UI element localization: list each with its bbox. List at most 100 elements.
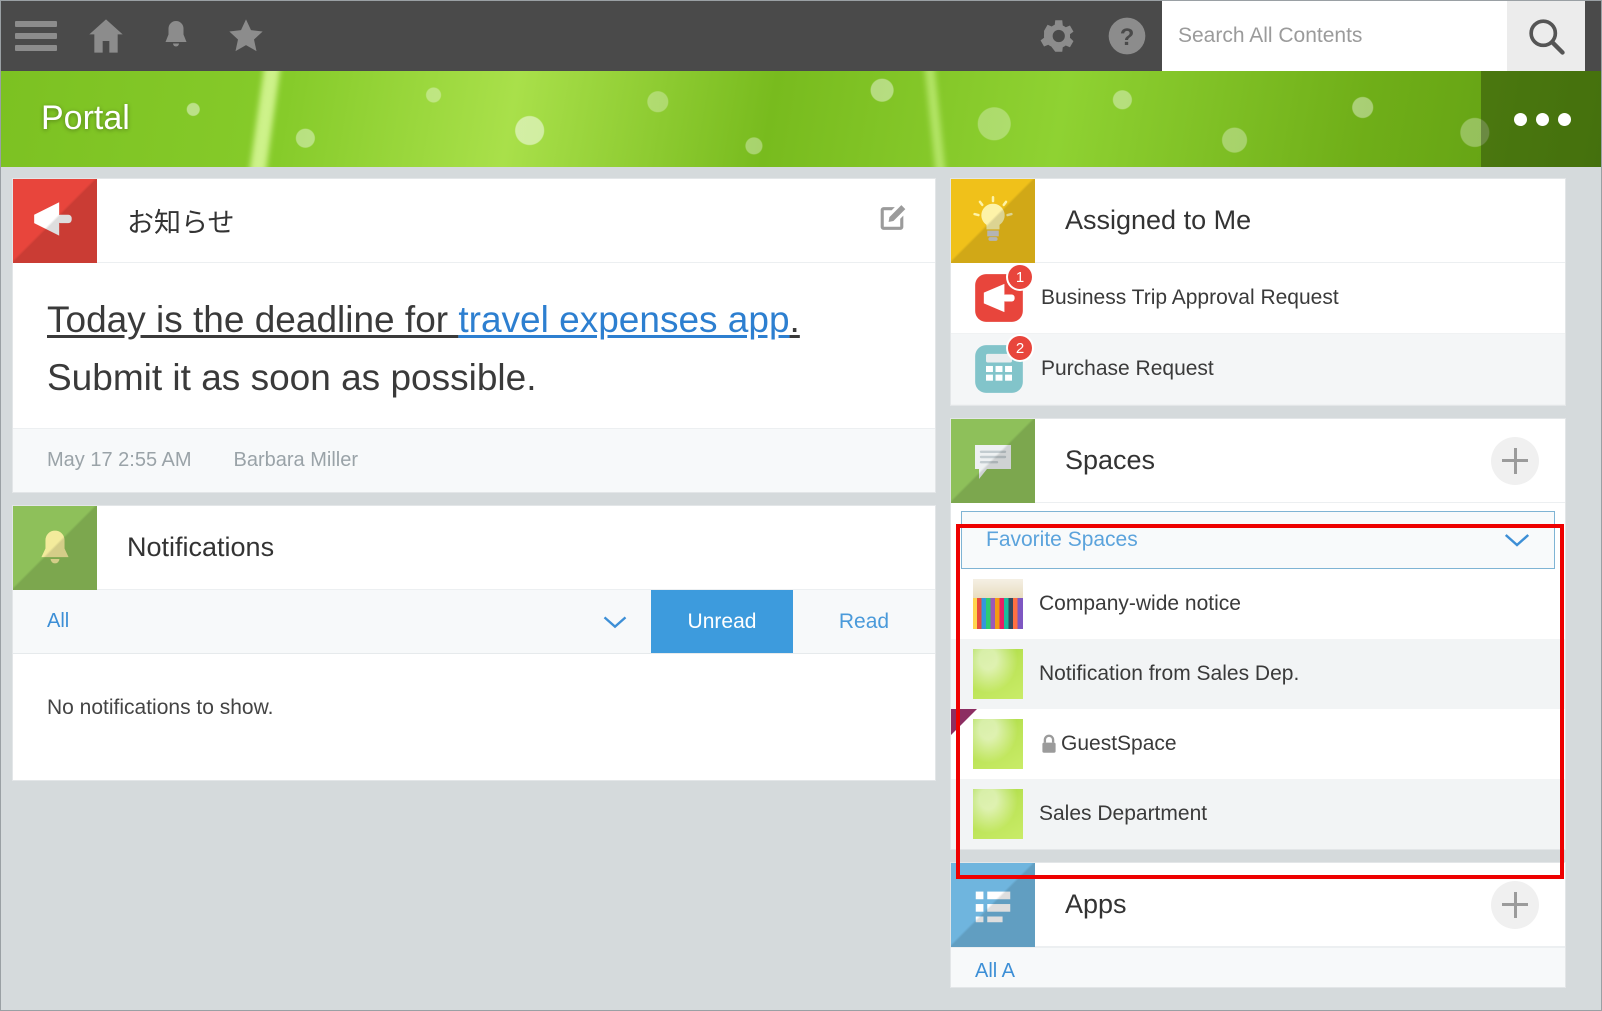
page-title: Portal	[41, 99, 130, 137]
leaf-thumbnail	[973, 719, 1023, 769]
notifications-filter-bar: All Unread Read	[13, 590, 935, 655]
announcement-line-2: Submit it as soon as possible.	[47, 356, 537, 398]
gear-glyph	[1040, 20, 1074, 52]
announcement-timestamp: May 17 2:55 AM	[47, 449, 192, 472]
compose-glyph	[880, 204, 906, 230]
home-icon[interactable]	[71, 1, 141, 71]
search-button[interactable]	[1507, 1, 1585, 71]
spaces-title: Spaces	[1065, 445, 1156, 475]
announcement-text-suffix: .	[789, 299, 800, 340]
announcement-footer: May 17 2:55 AM Barbara Miller	[13, 428, 935, 493]
badge-count: 1	[1008, 265, 1032, 289]
space-item-company-wide-notice[interactable]: Company-wide notice	[951, 569, 1565, 639]
assigned-item-business-trip[interactable]: 1 Business Trip Approval Request	[951, 263, 1565, 334]
space-item-notification-from-sales-dep[interactable]: Notification from Sales Dep.	[951, 639, 1565, 709]
lightbulb-icon	[951, 178, 1035, 263]
badge-count: 2	[1008, 336, 1032, 360]
megaphone-icon	[13, 178, 97, 263]
portal-content: お知らせ Today is the deadline for travel ex…	[1, 167, 1601, 1010]
portal-banner: Portal	[1, 71, 1601, 167]
notifications-filter-dropdown[interactable]: All	[13, 590, 651, 653]
assigned-item-label: Purchase Request	[1041, 357, 1214, 380]
spaces-header: Spaces	[951, 418, 1565, 503]
assigned-to-me-title: Assigned to Me	[1065, 205, 1252, 235]
add-app-button[interactable]	[1491, 880, 1539, 929]
help-icon[interactable]: ?	[1092, 1, 1162, 71]
megaphone-icon: 1	[973, 265, 1032, 324]
top-navigation-bar: ?	[1, 1, 1601, 71]
notifications-filter-label: All	[47, 610, 70, 633]
leaf-thumbnail	[973, 789, 1023, 839]
apps-portlet: Apps All A	[951, 862, 1565, 987]
gear-icon[interactable]	[1022, 1, 1092, 71]
assigned-to-me-header: Assigned to Me	[951, 178, 1565, 263]
list-icon	[951, 862, 1035, 947]
pencils-thumbnail	[973, 579, 1023, 629]
assigned-item-purchase-request[interactable]: 2 Purchase Request	[951, 334, 1565, 405]
space-item-label: Company-wide notice	[1039, 592, 1241, 615]
home-glyph	[89, 19, 123, 53]
assigned-item-label: Business Trip Approval Request	[1041, 286, 1339, 309]
bell-glyph	[165, 21, 187, 47]
icon-shadow	[13, 505, 97, 590]
bell-icon[interactable]	[141, 1, 211, 71]
favorite-spaces-dropdown[interactable]: Favorite Spaces	[961, 511, 1555, 569]
star-glyph	[229, 19, 263, 52]
apps-filter-label[interactable]: All A	[951, 947, 1565, 987]
travel-expenses-app-link[interactable]: travel expenses app	[458, 299, 789, 340]
notifications-empty-message: No notifications to show.	[47, 696, 274, 720]
lock-icon	[1042, 734, 1056, 753]
announcement-title: お知らせ	[127, 208, 235, 238]
icon-shadow	[951, 862, 1035, 947]
announcement-text-prefix: Today is the deadline for	[47, 299, 459, 340]
space-item-label: Notification from Sales Dep.	[1039, 662, 1300, 685]
leaf-background-image	[1, 71, 1601, 167]
search-input[interactable]	[1162, 1, 1507, 71]
notifications-portlet: Notifications All Unread Read No notific…	[13, 505, 935, 781]
chevron-down-icon	[603, 616, 627, 629]
right-column: Assigned to Me 1 Business Trip Approval …	[951, 178, 1565, 1000]
tab-read[interactable]: Read	[793, 590, 935, 653]
banner-overflow-menu-button[interactable]	[1481, 71, 1601, 167]
notifications-title: Notifications	[127, 532, 275, 563]
ellipsis-icon-dot-3	[1557, 112, 1571, 126]
search-bar	[1162, 1, 1585, 71]
icon-shadow	[951, 178, 1035, 263]
ellipsis-icon-dot-1	[1513, 112, 1527, 126]
chevron-down-icon	[1504, 534, 1530, 547]
chat-bubble-icon	[951, 418, 1035, 503]
bell-icon	[13, 505, 97, 590]
apps-header: Apps	[951, 862, 1565, 947]
announcement-header: お知らせ	[13, 178, 935, 263]
calculator-icon: 2	[973, 336, 1032, 395]
favorite-spaces-label: Favorite Spaces	[986, 528, 1138, 551]
ellipsis-icon-dot-2	[1535, 112, 1549, 126]
left-column: お知らせ Today is the deadline for travel ex…	[13, 178, 935, 1000]
apps-title: Apps	[1065, 889, 1127, 919]
space-item-sales-department[interactable]: Sales Department	[951, 779, 1565, 849]
announcement-body: Today is the deadline for travel expense…	[13, 263, 935, 428]
announcement-portlet: お知らせ Today is the deadline for travel ex…	[13, 178, 935, 493]
announcement-line-1: Today is the deadline for travel expense…	[47, 293, 901, 347]
spaces-portlet: Spaces Favorite Spaces Company-wide noti…	[951, 418, 1565, 849]
space-item-label: GuestSpace	[1061, 732, 1177, 755]
menu-icon[interactable]	[1, 1, 71, 71]
notifications-header: Notifications	[13, 505, 935, 591]
star-icon[interactable]	[211, 1, 281, 71]
icon-shadow	[13, 178, 97, 263]
space-item-label: Sales Department	[1039, 802, 1208, 825]
add-space-button[interactable]	[1491, 436, 1539, 485]
leaf-thumbnail	[973, 649, 1023, 699]
announcement-author: Barbara Miller	[233, 449, 359, 472]
space-item-guestspace[interactable]: GuestSpace	[951, 709, 1565, 779]
compose-icon[interactable]	[875, 201, 909, 240]
help-glyph: ?	[1108, 17, 1146, 55]
icon-shadow	[951, 418, 1035, 503]
hamburger-lines	[15, 21, 57, 51]
guest-flag-corner	[951, 709, 977, 735]
search-icon	[1529, 19, 1565, 55]
portal-page: ? Portal	[0, 0, 1602, 1011]
svg-text:?: ?	[1120, 24, 1135, 51]
assigned-to-me-portlet: Assigned to Me 1 Business Trip Approval …	[951, 178, 1565, 405]
tab-unread[interactable]: Unread	[651, 590, 793, 654]
